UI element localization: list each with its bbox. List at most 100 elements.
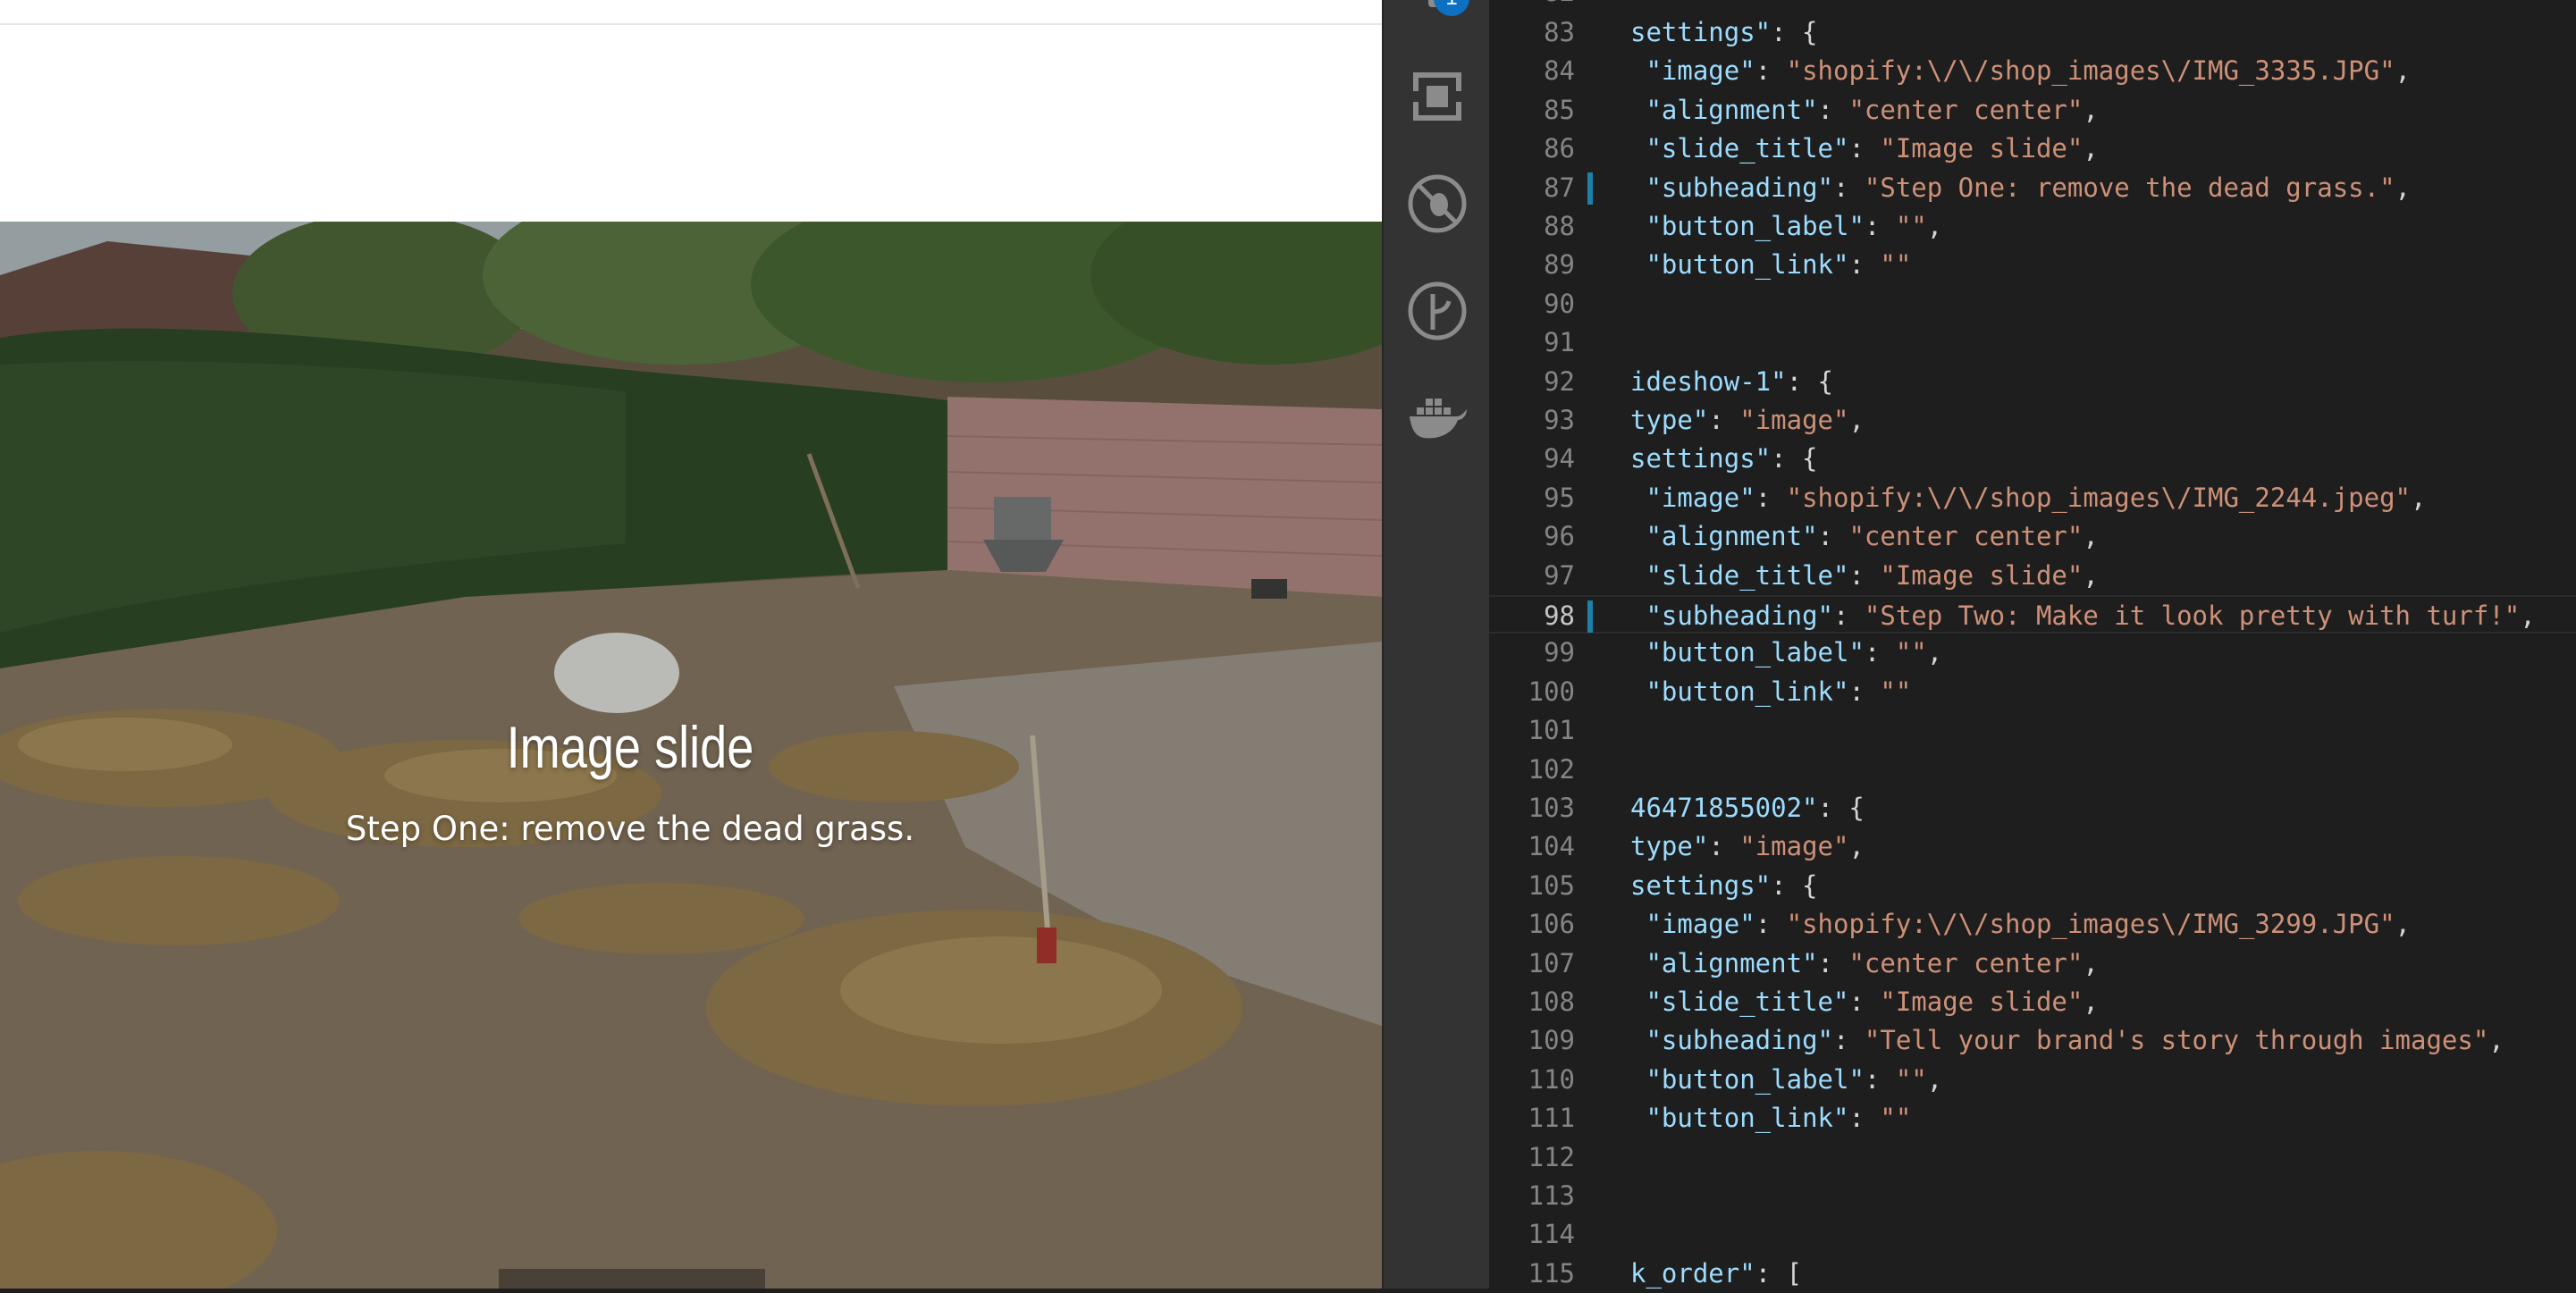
line-number: 89: [1544, 249, 1575, 281]
code-line[interactable]: 100 "button_link": "": [1489, 673, 2576, 711]
code-line[interactable]: 85 "alignment": "center center",: [1489, 91, 2576, 130]
line-number: 110: [1528, 1063, 1575, 1095]
source-control-icon[interactable]: [1384, 266, 1491, 356]
json-key: settings": [1630, 17, 1772, 47]
line-number: 91: [1544, 327, 1575, 358]
json-punctuation: [1630, 600, 1646, 631]
json-punctuation: : {: [1786, 365, 1833, 397]
code-text: "button_link": "": [1630, 1099, 1911, 1138]
json-string: "center center": [1848, 94, 2084, 125]
json-string: "image": [1739, 831, 1849, 862]
json-key: "button_link": [1646, 676, 1849, 707]
code-line[interactable]: 87 "subheading": "Step One: remove the d…: [1489, 169, 2576, 207]
code-text: "alignment": "center center",: [1630, 517, 2098, 556]
json-punctuation: :: [1848, 987, 1881, 1017]
code-line[interactable]: 104 type": "image",: [1489, 827, 2576, 866]
json-punctuation: :: [1848, 676, 1881, 707]
json-key: "slide_title": [1646, 559, 1849, 591]
line-number: 111: [1528, 1103, 1575, 1134]
json-key: "button_label": [1646, 211, 1865, 241]
code-text: "button_link": "": [1630, 673, 1911, 711]
json-string: "shopify:\/\/shop_images\/IMG_3299.JPG": [1786, 909, 2395, 940]
code-line[interactable]: 106 "image": "shopify:\/\/shop_images\/I…: [1489, 905, 2576, 944]
code-line[interactable]: 98 "subheading": "Step Two: Make it look…: [1489, 595, 2576, 634]
code-line[interactable]: 88 "button_label": "",: [1489, 207, 2576, 246]
activity-bar: 1: [1382, 0, 1491, 1289]
code-editor[interactable]: 82 83settings": {84 "image": "shopify:\/…: [1489, 0, 2576, 1289]
json-punctuation: [1630, 948, 1646, 978]
json-punctuation: ,: [2395, 172, 2411, 203]
code-text: "image": "shopify:\/\/shop_images\/IMG_3…: [1630, 905, 2411, 944]
code-line[interactable]: 96 "alignment": "center center",: [1489, 517, 2576, 556]
code-text: "button_label": "",: [1630, 634, 1942, 672]
code-line[interactable]: 115 k_order": [: [1489, 1255, 2576, 1293]
line-number: 86: [1544, 133, 1575, 164]
docker-icon[interactable]: [1384, 374, 1491, 463]
code-line[interactable]: 110 "button_label": "",: [1489, 1061, 2576, 1099]
code-text: settings": {: [1630, 867, 1818, 905]
code-line[interactable]: 99 "button_label": "",: [1489, 634, 2576, 672]
code-line[interactable]: 103 46471855002": {: [1489, 789, 2576, 827]
code-line[interactable]: 95 "image": "shopify:\/\/shop_images\/IM…: [1489, 479, 2576, 517]
code-line[interactable]: 83 settings": {: [1489, 13, 2576, 52]
line-number: 105: [1528, 869, 1575, 901]
json-punctuation: :: [1755, 482, 1787, 513]
json-key: "slide_title": [1646, 133, 1849, 164]
json-key: "button_label": [1646, 1063, 1865, 1095]
json-punctuation: ,: [2083, 559, 2099, 591]
code-line[interactable]: 92 ideshow-1": {: [1489, 363, 2576, 401]
code-line[interactable]: 90: [1489, 285, 2576, 323]
slideshow-hero[interactable]: Image slide Step One: remove the dead gr…: [0, 222, 1382, 1289]
remote-explorer-icon[interactable]: [1384, 52, 1491, 141]
json-string: "": [1895, 637, 1927, 668]
code-line[interactable]: 108 "slide_title": "Image slide",: [1489, 983, 2576, 1021]
code-line[interactable]: 89 "button_link": "": [1489, 246, 2576, 284]
code-line[interactable]: 105 settings": {: [1489, 867, 2576, 905]
code-line[interactable]: 102: [1489, 751, 2576, 789]
code-line[interactable]: 94 settings": {: [1489, 440, 2576, 478]
slide-title: Image slide: [506, 714, 754, 780]
json-punctuation: ,: [2083, 94, 2099, 125]
code-line[interactable]: 86 "slide_title": "Image slide",: [1489, 130, 2576, 168]
json-string: "": [1895, 1063, 1927, 1095]
code-line[interactable]: 91: [1489, 323, 2576, 362]
json-punctuation: [1630, 55, 1646, 86]
code-line[interactable]: 84 "image": "shopify:\/\/shop_images\/IM…: [1489, 52, 2576, 90]
json-punctuation: :: [1817, 94, 1849, 125]
json-key: settings": [1630, 869, 1772, 901]
code-text: type": "image",: [1630, 827, 1865, 866]
code-line[interactable]: 112: [1489, 1138, 2576, 1177]
json-key: "image": [1646, 55, 1755, 87]
line-number: 95: [1544, 482, 1575, 513]
code-line[interactable]: 101: [1489, 711, 2576, 750]
code-line[interactable]: 109 "subheading": "Tell your brand's sto…: [1489, 1021, 2576, 1060]
code-line[interactable]: 114: [1489, 1215, 2576, 1254]
line-number: 107: [1528, 947, 1575, 978]
code-text: "slide_title": "Image slide",: [1630, 557, 2099, 595]
slideshow-controls[interactable]: [499, 1269, 765, 1289]
line-number: 99: [1544, 637, 1575, 668]
modified-line-marker: [1587, 600, 1593, 633]
json-punctuation: :: [1848, 559, 1881, 591]
code-line[interactable]: 107 "alignment": "center center",: [1489, 945, 2576, 983]
line-number: 96: [1544, 521, 1575, 552]
code-line[interactable]: 93 type": "image",: [1489, 401, 2576, 440]
json-punctuation: ,: [2520, 600, 2536, 631]
json-punctuation: ,: [1848, 831, 1865, 862]
json-string: "Step One: remove the dead grass.": [1864, 172, 2395, 203]
code-line[interactable]: 113: [1489, 1177, 2576, 1215]
json-punctuation: ,: [2395, 55, 2411, 87]
line-number: 98: [1544, 600, 1575, 631]
json-key: "button_link": [1646, 249, 1849, 281]
json-punctuation: :: [1755, 55, 1787, 87]
code-line-partial: 82: [1489, 0, 2576, 12]
line-number: 112: [1528, 1141, 1575, 1172]
line-number: 104: [1528, 831, 1575, 862]
json-punctuation: ,: [1926, 211, 1943, 241]
code-text: settings": {: [1630, 440, 1818, 478]
json-punctuation: : {: [1771, 17, 1818, 47]
code-line[interactable]: 111 "button_link": "": [1489, 1099, 2576, 1138]
debug-icon[interactable]: [1384, 159, 1491, 248]
json-key: type": [1630, 405, 1709, 435]
code-line[interactable]: 97 "slide_title": "Image slide",: [1489, 557, 2576, 595]
